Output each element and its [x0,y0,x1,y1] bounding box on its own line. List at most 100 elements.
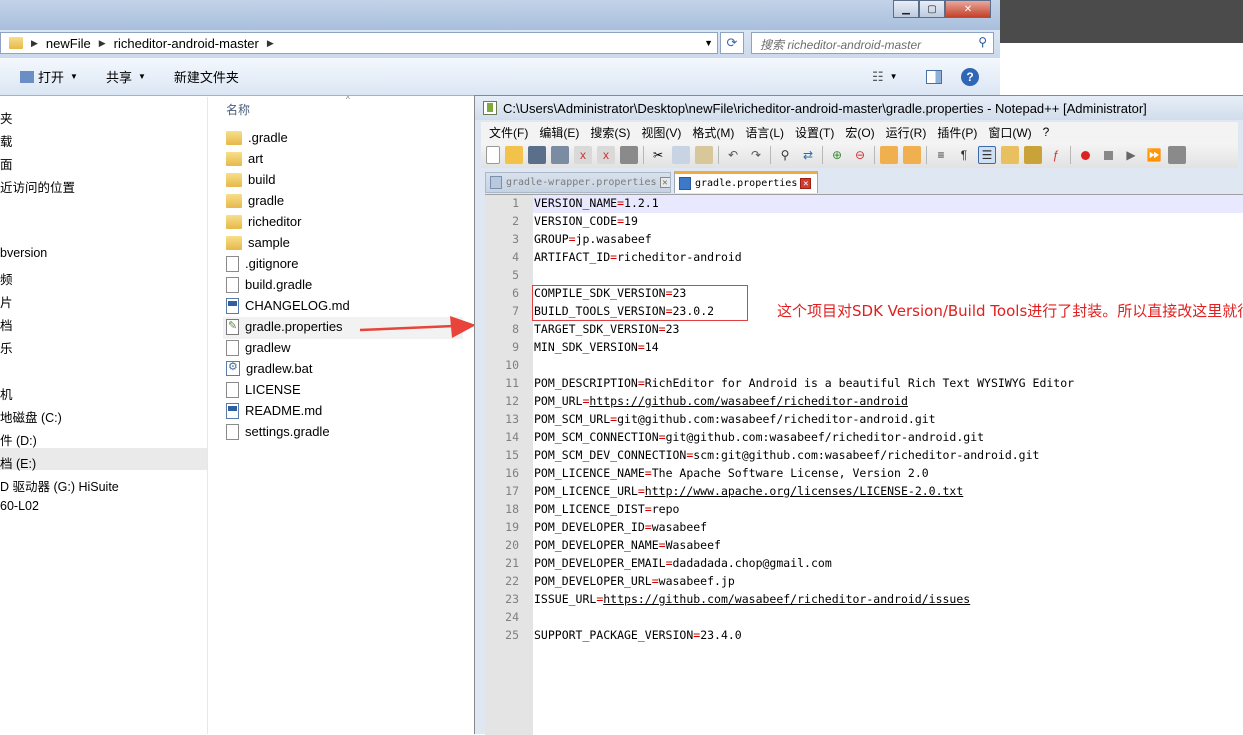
redo-icon[interactable]: ↷ [747,146,765,164]
paste-icon[interactable] [695,146,713,164]
menu-view[interactable]: 视图(V) [641,124,681,141]
save-macro-icon[interactable] [1168,146,1186,164]
file-item[interactable]: README.md [226,400,322,421]
udl-icon[interactable] [1001,146,1019,164]
close-file-icon[interactable]: x [574,146,592,164]
zoom-in-icon[interactable]: ⊕ [828,146,846,164]
file-item[interactable]: gradle [226,190,284,211]
new-file-icon[interactable] [486,146,500,164]
file-item[interactable]: build [226,169,275,190]
word-wrap-icon[interactable]: ≡ [932,146,950,164]
menu-window[interactable]: 窗口(W) [988,124,1031,141]
play-macro-icon[interactable]: ▶ [1122,146,1140,164]
menu-search[interactable]: 搜索(S) [590,124,630,141]
file-item[interactable]: gradlew.bat [226,358,313,379]
help-icon[interactable]: ? [961,67,979,86]
undo-icon[interactable]: ↶ [724,146,742,164]
breadcrumb-newfile[interactable]: newFile [46,36,91,51]
cut-icon[interactable]: ✂ [649,146,667,164]
menu-file[interactable]: 文件(F) [489,124,528,141]
replace-icon[interactable]: ⇄ [799,146,817,164]
record-macro-icon[interactable] [1076,146,1094,164]
code-line: POM_LICENCE_NAME=The Apache Software Lic… [534,466,929,480]
function-list-icon[interactable]: ƒ [1047,146,1065,164]
address-dropdown-icon[interactable]: ▼ [704,38,713,48]
minimize-button[interactable]: ▁ [893,0,919,18]
file-item[interactable]: LICENSE [226,379,301,400]
nav-item[interactable]: 机 [0,384,13,403]
close-all-icon[interactable]: x [597,146,615,164]
editor-area[interactable]: 1 VERSION_NAME=1.2.1 2 VERSION_CODE=19 3 GROU… [485,194,1243,735]
nav-item[interactable]: 夹 [0,108,13,127]
print-icon[interactable] [620,146,638,164]
nav-item[interactable]: 频 [0,269,13,288]
share-button[interactable]: 共享 ▼ [106,67,146,86]
close-tab-icon[interactable]: ✕ [800,178,812,189]
file-item[interactable]: art [226,148,263,169]
file-item[interactable]: .gradle [226,127,288,148]
file-item[interactable]: gradle.properties [226,316,343,337]
search-input[interactable]: 搜索 richeditor-android-master ⚲ [751,32,994,54]
nav-item[interactable]: 档 (E:) [0,453,36,472]
file-item[interactable]: sample [226,232,290,253]
nav-item[interactable]: 件 (D:) [0,430,37,449]
breadcrumb-richeditor[interactable]: richeditor-android-master [114,36,259,51]
file-item[interactable]: build.gradle [226,274,312,295]
menu-language[interactable]: 语言(L) [745,124,784,141]
file-item[interactable]: .gitignore [226,253,298,274]
tab-gradle-wrapper-properties[interactable]: gradle-wrapper.properties ✕ [485,172,671,193]
column-header-name[interactable]: 名称 [226,101,250,118]
menu-run[interactable]: 运行(R) [886,124,927,141]
maximize-button[interactable]: ▢ [919,0,945,18]
menu-format[interactable]: 格式(M) [692,124,734,141]
nav-item[interactable]: 片 [0,292,13,311]
line-number: 5 [512,268,519,282]
file-item[interactable]: gradlew [226,337,291,358]
new-folder-button[interactable]: 新建文件夹 [174,67,239,86]
stop-macro-icon[interactable] [1099,146,1117,164]
nav-item[interactable]: 60-L02 [0,499,39,513]
nav-item[interactable]: 地磁盘 (C:) [0,407,62,426]
file-item[interactable]: CHANGELOG.md [226,295,350,316]
menu-help[interactable]: ? [1043,125,1050,139]
menu-settings[interactable]: 设置(T) [795,124,834,141]
file-item[interactable]: settings.gradle [226,421,330,442]
nav-item[interactable]: 面 [0,154,13,173]
indent-guide-icon[interactable]: ☰ [978,146,996,164]
close-tab-icon[interactable]: ✕ [659,177,670,188]
search-icon[interactable]: ⚲ [978,35,987,49]
doc-map-icon[interactable] [1024,146,1042,164]
close-button[interactable]: ✕ [945,0,991,18]
file-item[interactable]: richeditor [226,211,301,232]
refresh-button[interactable]: ⟳ [720,32,744,54]
file-name: gradlew [245,340,291,355]
nav-item[interactable]: D 驱动器 (G:) HiSuite [0,476,119,495]
sync-vertical-icon[interactable] [880,146,898,164]
open-file-icon[interactable] [505,146,523,164]
nav-item[interactable]: 档 [0,315,13,334]
nav-item[interactable]: 乐 [0,338,13,357]
tab-gradle-properties[interactable]: gradle.properties ✕ [674,171,818,193]
copy-icon[interactable] [672,146,690,164]
show-all-chars-icon[interactable]: ¶ [955,146,973,164]
line-number: 22 [505,574,519,588]
save-icon[interactable] [528,146,546,164]
address-bar[interactable]: ▶ newFile ▶ richeditor-android-master ▶ … [0,32,718,54]
menu-plugins[interactable]: 插件(P) [937,124,977,141]
menu-macro[interactable]: 宏(O) [845,124,874,141]
nav-item[interactable]: 载 [0,131,13,150]
sync-horizontal-icon[interactable] [903,146,921,164]
nav-item[interactable]: 近访问的位置 [0,177,75,196]
menu-edit[interactable]: 编辑(E) [539,124,579,141]
find-icon[interactable]: ⚲ [776,146,794,164]
equals-sign: = [568,232,576,246]
open-button[interactable]: 打开 ▼ [20,67,78,86]
save-all-icon[interactable] [551,146,569,164]
run-macro-multiple-icon[interactable]: ⏩ [1145,146,1163,164]
preview-pane-button[interactable] [926,69,942,84]
line-number: 19 [505,520,519,534]
view-options-button[interactable]: ☷ ▼ [872,69,898,85]
line-number: 20 [505,538,519,552]
nav-item[interactable]: bversion [0,246,47,260]
zoom-out-icon[interactable]: ⊖ [851,146,869,164]
